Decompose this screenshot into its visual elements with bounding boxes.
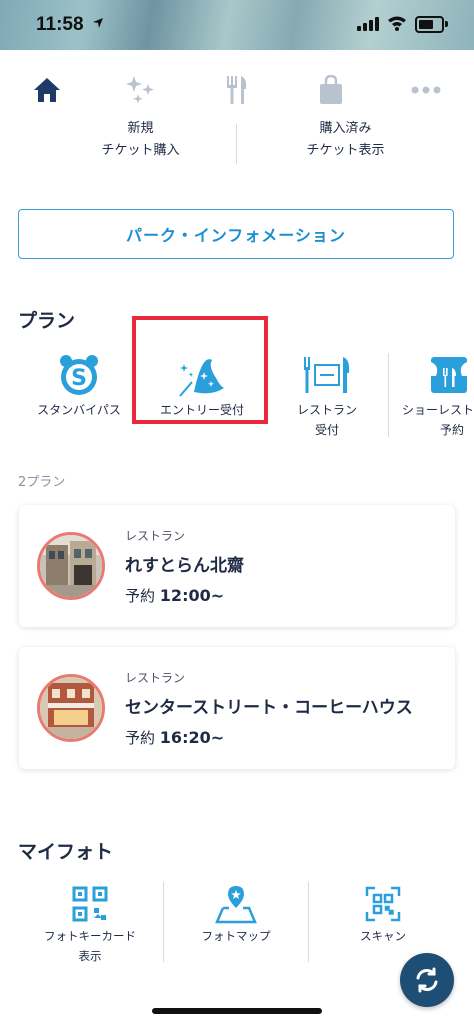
- plan-count: 2プラン: [18, 475, 66, 490]
- plan-item-show-restaurant[interactable]: ショーレスト 予約: [396, 350, 474, 440]
- reservation-name: れすとらん北齋: [125, 556, 244, 576]
- show-restaurant-icon: [396, 350, 474, 400]
- top-navigation: [0, 58, 474, 118]
- more-icon[interactable]: [408, 72, 444, 108]
- divider: [388, 353, 389, 437]
- plan-title: プラン: [18, 310, 76, 332]
- reservation-time: 予約 12:00~: [125, 585, 224, 606]
- status-time: 11:58: [36, 14, 84, 35]
- reservation-time-value: 12:00~: [159, 586, 225, 605]
- photo-map-button[interactable]: フォトマップ: [164, 882, 308, 962]
- reservation-card[interactable]: レストラン センターストリート・コーヒーハウス 予約 16:20~: [19, 647, 455, 769]
- photo-item-label-2: 表示: [78, 949, 102, 963]
- sparkle-icon[interactable]: [123, 72, 159, 108]
- photo-key-card-button[interactable]: フォトキーカード 表示: [18, 882, 162, 963]
- scan-button[interactable]: スキャン: [309, 882, 457, 962]
- reservation-time-value: 16:20~: [159, 728, 225, 747]
- qr-scan-icon: [309, 882, 457, 926]
- park-information-button[interactable]: パーク・インフォメーション: [18, 209, 454, 259]
- home-icon[interactable]: [29, 72, 65, 108]
- ticket-actions: 新規 チケット購入 購入済み チケット表示: [0, 118, 474, 170]
- standby-pass-icon: S: [24, 350, 134, 400]
- qr-card-icon: [18, 882, 162, 926]
- photo-item-label: スキャン: [360, 929, 406, 943]
- park-information-label: パーク・インフォメーション: [126, 226, 346, 245]
- highlight-box: [132, 316, 268, 424]
- buy-ticket-line1: 新規: [127, 121, 154, 136]
- signal-icon: [357, 17, 379, 31]
- plan-item-label-2: 受付: [314, 423, 339, 437]
- view-ticket-line1: 購入済み: [319, 121, 372, 136]
- restaurant-photo: [37, 532, 105, 600]
- photo-map-icon: [164, 882, 308, 926]
- plan-item-label: ショーレスト: [402, 403, 474, 417]
- reservation-category: レストラン: [125, 529, 186, 543]
- refresh-button[interactable]: [400, 953, 454, 1007]
- svg-text:S: S: [71, 366, 87, 391]
- reservation-prefix: 予約: [125, 729, 156, 747]
- plan-item-label-2: 予約: [440, 423, 465, 437]
- wifi-icon: [388, 16, 406, 31]
- battery-icon: [415, 16, 448, 33]
- reservation-category: レストラン: [125, 671, 186, 685]
- home-indicator: [152, 1008, 322, 1014]
- location-arrow-icon: [93, 18, 103, 28]
- restaurant-icon: [280, 350, 374, 400]
- buy-ticket-line2: チケット購入: [101, 143, 180, 158]
- myphoto-title: マイフォト: [18, 841, 114, 863]
- status-bar: 11:58: [0, 0, 474, 50]
- view-ticket-button[interactable]: 購入済み チケット表示: [227, 118, 464, 162]
- view-ticket-line2: チケット表示: [306, 143, 385, 158]
- fork-knife-icon[interactable]: [219, 72, 255, 108]
- plan-item-label: スタンバイパス: [37, 403, 121, 417]
- reservation-time: 予約 16:20~: [125, 727, 224, 748]
- reservation-name: センターストリート・コーヒーハウス: [125, 698, 413, 718]
- photo-item-label: フォトキーカード: [44, 929, 136, 943]
- photo-item-label: フォトマップ: [201, 929, 271, 943]
- reservation-prefix: 予約: [125, 587, 156, 605]
- plan-item-label: レストラン: [296, 403, 357, 417]
- shopping-bag-icon[interactable]: [313, 72, 349, 108]
- plan-item-restaurant-reception[interactable]: レストラン 受付: [280, 350, 374, 440]
- plan-item-standby-pass[interactable]: S スタンバイパス: [24, 350, 134, 440]
- buy-ticket-button[interactable]: 新規 チケット購入: [22, 118, 259, 162]
- reservation-card[interactable]: レストラン れすとらん北齋 予約 12:00~: [19, 505, 455, 627]
- refresh-icon: [416, 967, 438, 993]
- restaurant-photo: [37, 674, 105, 742]
